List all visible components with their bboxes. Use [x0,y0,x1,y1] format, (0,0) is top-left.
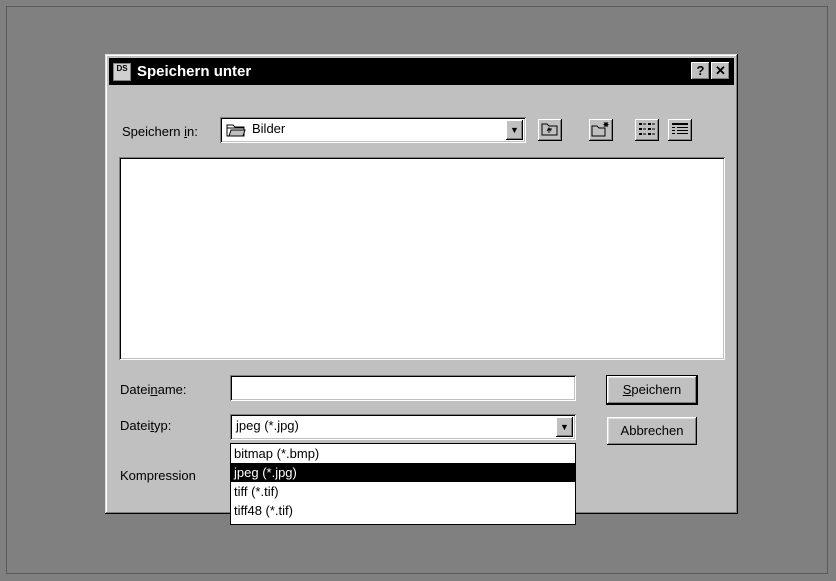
chevron-down-icon: ▼ [510,125,519,135]
details-view-icon [671,122,689,139]
file-list[interactable] [119,157,725,360]
save-button[interactable]: Speichern [607,376,697,404]
filetype-dropdown-button[interactable]: ▼ [556,417,573,437]
filetype-option[interactable]: jpeg (*.jpg) [231,463,575,482]
list-view-icon [638,122,656,139]
title-bar[interactable]: DS Speichern unter ? ✕ [109,58,734,85]
filetype-label: Dateityp: [120,418,172,433]
new-folder-button[interactable] [589,119,613,141]
filetype-option[interactable]: bitmap (*.bmp) [231,444,575,463]
filetype-combo[interactable]: jpeg (*.jpg) ▼ [230,414,576,440]
cancel-button[interactable]: Abbrechen [607,417,697,445]
dialog-title: Speichern unter [137,63,252,80]
app-icon: DS [113,62,131,81]
new-folder-icon [591,121,611,140]
filetype-option[interactable]: tiff48 (*.tif) [231,501,575,520]
details-view-button[interactable] [668,119,692,141]
chevron-down-icon: ▼ [560,422,569,432]
filetype-option[interactable]: tiff (*.tif) [231,482,575,501]
save-in-label: Speichern in: [122,124,198,139]
help-button[interactable]: ? [691,62,710,80]
close-button[interactable]: ✕ [711,62,730,80]
folder-icon [226,122,246,140]
save-in-dropdown-button[interactable]: ▼ [506,120,523,140]
up-folder-button[interactable] [538,119,562,141]
save-in-combo[interactable]: Bilder ▼ [220,117,526,143]
compression-label: Kompression [120,468,196,483]
folder-up-icon [541,121,559,139]
list-view-button[interactable] [635,119,659,141]
filename-input[interactable] [230,375,576,401]
filename-label: Dateiname: [120,382,187,397]
filetype-dropdown-list[interactable]: bitmap (*.bmp) jpeg (*.jpg) tiff (*.tif) ti… [230,443,576,525]
filetype-value: jpeg (*.jpg) [236,418,299,433]
save-in-value: Bilder [252,121,286,136]
